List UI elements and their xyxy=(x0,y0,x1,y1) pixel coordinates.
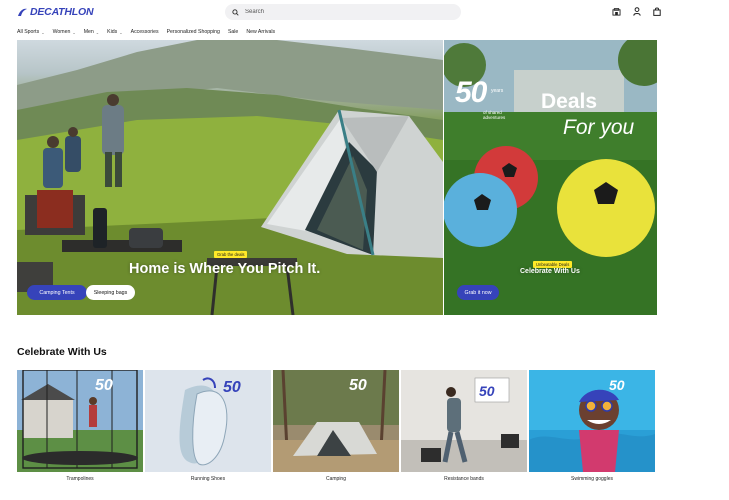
deals-line-1: Deals xyxy=(541,90,598,113)
celebrate-cards: 50 Trampolines 50 Running Shoes 50 Campi… xyxy=(17,370,657,485)
hero-left-tag: Grab the deals xyxy=(214,251,248,258)
search-input[interactable] xyxy=(245,9,445,15)
running-shoes-image: 50 xyxy=(145,370,271,472)
badge-sub: of shared adventures xyxy=(483,110,506,120)
grab-it-now-button[interactable]: Grab it now xyxy=(457,285,499,300)
card-label: Trampolines xyxy=(66,476,94,482)
chevron-down-icon: ⌄ xyxy=(41,29,45,35)
card-resistance-bands[interactable]: 50 Resistance bands xyxy=(401,370,527,485)
svg-text:50: 50 xyxy=(349,377,367,394)
search-icon xyxy=(232,8,239,16)
card-label: Camping xyxy=(325,476,346,482)
nav-item-sale[interactable]: Sale xyxy=(228,29,238,35)
card-label: Running Shoes xyxy=(190,476,226,482)
chevron-down-icon: ⌄ xyxy=(72,29,76,35)
top-header: DECATHLON xyxy=(0,0,729,24)
card-label: Resistance bands xyxy=(444,476,484,482)
card-trampolines[interactable]: 50 Trampolines xyxy=(17,370,143,485)
swimming-goggles-image: 50 xyxy=(529,370,655,472)
account-icon[interactable] xyxy=(632,7,641,16)
hero-banner-camping[interactable]: Grab the deals Home is Where You Pitch I… xyxy=(17,40,443,315)
main-nav: All Sports ⌄ Women ⌄ Men ⌄ Kids ⌄ Accessorie… xyxy=(17,27,275,37)
svg-text:50: 50 xyxy=(95,377,113,394)
chevron-down-icon: ⌄ xyxy=(95,29,100,35)
deals-line-2: For you xyxy=(563,116,635,139)
store-icon[interactable] xyxy=(612,7,621,16)
brand-name: DECATHLON xyxy=(30,6,94,18)
sleeping-bags-button[interactable]: Sleeping bags xyxy=(86,285,135,300)
svg-text:50: 50 xyxy=(609,377,625,393)
nav-item-women[interactable]: Women ⌄ xyxy=(53,29,76,35)
hero-banner-deals[interactable]: 50 years of shared adventures Deals For … xyxy=(444,40,657,315)
resistance-bands-image: 50 xyxy=(401,370,527,472)
hero-left-title: Home is Where You Pitch It. xyxy=(129,261,321,277)
nav-item-all-sports[interactable]: All Sports ⌄ xyxy=(17,29,45,35)
nav-item-new-arrivals[interactable]: New Arrivals xyxy=(246,29,275,35)
fifty-years-badge: 50 years of shared adventures xyxy=(455,76,505,120)
camping-tents-button[interactable]: Camping Tents xyxy=(27,285,87,300)
card-camping[interactable]: 50 Camping xyxy=(273,370,399,485)
hero-right-title: Celebrate With Us xyxy=(520,268,580,275)
badge-number: 50 xyxy=(455,76,487,109)
card-running-shoes[interactable]: 50 Running Shoes xyxy=(145,370,271,485)
header-actions xyxy=(612,7,661,16)
trampoline-image: 50 xyxy=(17,370,143,472)
section-title: Celebrate With Us xyxy=(17,346,107,358)
nav-item-men[interactable]: Men ⌄ xyxy=(84,29,99,35)
search-bar[interactable] xyxy=(225,4,461,20)
svg-text:50: 50 xyxy=(479,383,495,399)
decathlon-swoosh-icon xyxy=(18,8,27,16)
hero-right-tag: Unbeatable Deals xyxy=(533,261,573,268)
chevron-down-icon: ⌄ xyxy=(119,29,123,35)
badge-years: years xyxy=(491,88,504,94)
nav-item-personalized-shopping[interactable]: Personalized Shopping xyxy=(167,29,220,35)
decathlon-logo[interactable]: DECATHLON xyxy=(17,5,94,19)
card-swimming-goggles[interactable]: 50 Swimming goggles xyxy=(529,370,655,485)
card-label: Swimming goggles xyxy=(571,476,613,482)
nav-item-kids[interactable]: Kids ⌄ xyxy=(107,29,122,35)
nav-item-accessories[interactable]: Accessories xyxy=(131,29,159,35)
cart-icon[interactable] xyxy=(652,7,661,16)
svg-text:50: 50 xyxy=(223,379,241,396)
camping-image: 50 xyxy=(273,370,399,472)
